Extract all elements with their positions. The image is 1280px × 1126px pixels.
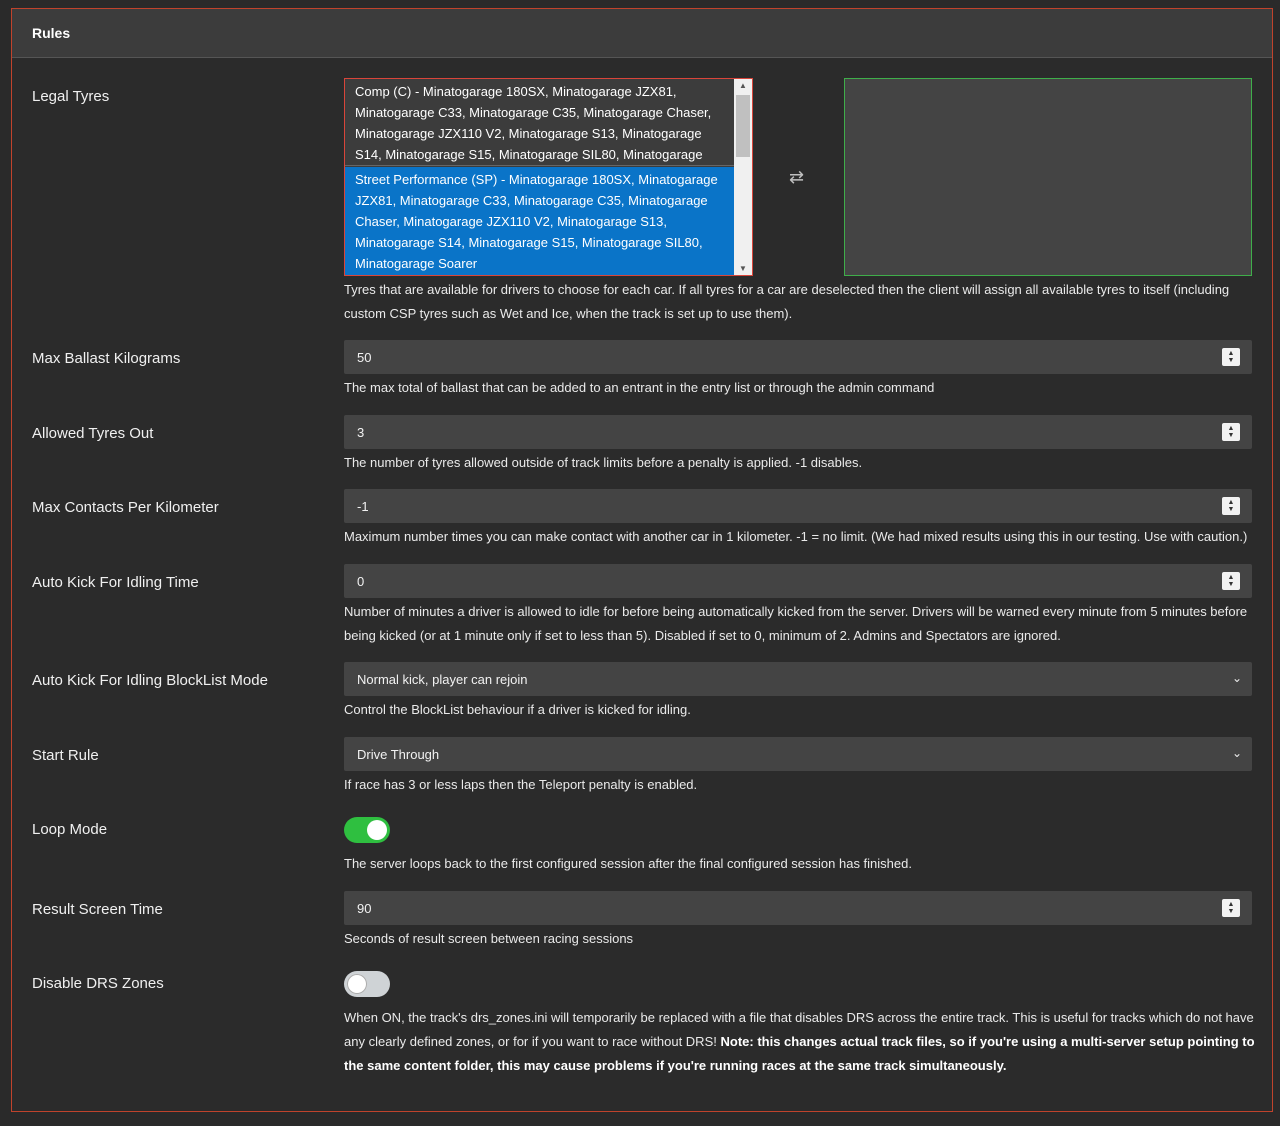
drs-help: When ON, the track's drs_zones.ini will … (344, 1006, 1259, 1078)
idle-kick-help: Number of minutes a driver is allowed to… (344, 604, 1248, 643)
blocklist-mode-value: Normal kick, player can rejoin (357, 671, 528, 687)
start-rule-label: Start Rule (32, 747, 99, 764)
spinner-arrows-icon[interactable]: ▲ ▼ (1222, 497, 1240, 515)
tyres-out-value: 3 (357, 424, 365, 440)
idle-kick-input[interactable]: 0 ▲ ▼ (344, 564, 1252, 598)
max-contacts-help: Maximum number times you can make contac… (344, 529, 1248, 544)
legal-tyres-help: Tyres that are available for drivers to … (344, 282, 1230, 321)
tyres-out-label: Allowed Tyres Out (32, 425, 154, 442)
legal-tyres-listbox[interactable]: Comp (C) - Minatogarage 180SX, Minatogar… (344, 78, 753, 276)
chevron-down-icon: ⌄ (1231, 671, 1242, 685)
blocklist-mode-label: Auto Kick For Idling BlockList Mode (32, 672, 268, 689)
max-ballast-input[interactable]: 50 ▲ ▼ (344, 340, 1252, 374)
max-contacts-label: Max Contacts Per Kilometer (32, 499, 219, 516)
idle-kick-label: Auto Kick For Idling Time (32, 574, 199, 591)
blocklist-mode-help: Control the BlockList behaviour if a dri… (344, 702, 691, 717)
chevron-down-icon: ⌄ (1231, 746, 1242, 760)
tyre-option-comp[interactable]: Comp (C) - Minatogarage 180SX, Minatogar… (345, 79, 734, 183)
tyres-out-help: The number of tyres allowed outside of t… (344, 455, 863, 470)
blocklist-mode-select[interactable]: Normal kick, player can rejoin ⌄ (344, 662, 1252, 696)
loop-mode-toggle[interactable] (344, 817, 390, 843)
loop-mode-label: Loop Mode (32, 821, 108, 838)
max-contacts-input[interactable]: -1 ▲ ▼ (344, 489, 1252, 523)
result-screen-help: Seconds of result screen between racing … (344, 931, 634, 946)
card-title: Rules (12, 9, 1272, 58)
tyres-out-input[interactable]: 3 ▲ ▼ (344, 415, 1252, 449)
scroll-down-icon[interactable]: ▼ (734, 264, 752, 273)
max-ballast-help: The max total of ballast that can be add… (344, 380, 935, 395)
scrollbar-thumb[interactable] (736, 95, 750, 157)
drs-toggle[interactable] (344, 971, 390, 997)
max-contacts-value: -1 (357, 498, 369, 514)
start-rule-select[interactable]: Drive Through ⌄ (344, 737, 1252, 771)
selected-tyres-listbox[interactable] (844, 78, 1252, 276)
loop-mode-help: The server loops back to the first confi… (344, 856, 912, 871)
drs-label: Disable DRS Zones (32, 975, 164, 992)
spinner-arrows-icon[interactable]: ▲ ▼ (1222, 348, 1240, 366)
toggle-knob (347, 974, 367, 994)
result-screen-value: 90 (357, 900, 372, 916)
spinner-arrows-icon[interactable]: ▲ ▼ (1222, 572, 1240, 590)
rules-card: Rules Legal Tyres Comp (C) - Minatogarag… (11, 8, 1273, 1112)
spinner-arrows-icon[interactable]: ▲ ▼ (1222, 899, 1240, 917)
scroll-up-icon[interactable]: ▲ (734, 81, 752, 90)
swap-arrows-icon[interactable]: ⇄ (789, 167, 804, 188)
listbox-scrollbar[interactable]: ▲ ▼ (734, 79, 752, 275)
tyre-option-street-performance[interactable]: Street Performance (SP) - Minatogarage 1… (345, 167, 734, 275)
idle-kick-value: 0 (357, 573, 365, 589)
start-rule-value: Drive Through (357, 746, 440, 762)
result-screen-label: Result Screen Time (32, 901, 163, 918)
legal-tyres-label: Legal Tyres (32, 88, 110, 105)
start-rule-help: If race has 3 or less laps then the Tele… (344, 777, 698, 792)
max-ballast-value: 50 (357, 349, 372, 365)
spinner-arrows-icon[interactable]: ▲ ▼ (1222, 423, 1240, 441)
max-ballast-label: Max Ballast Kilograms (32, 350, 181, 367)
toggle-knob (367, 820, 387, 840)
result-screen-input[interactable]: 90 ▲ ▼ (344, 891, 1252, 925)
